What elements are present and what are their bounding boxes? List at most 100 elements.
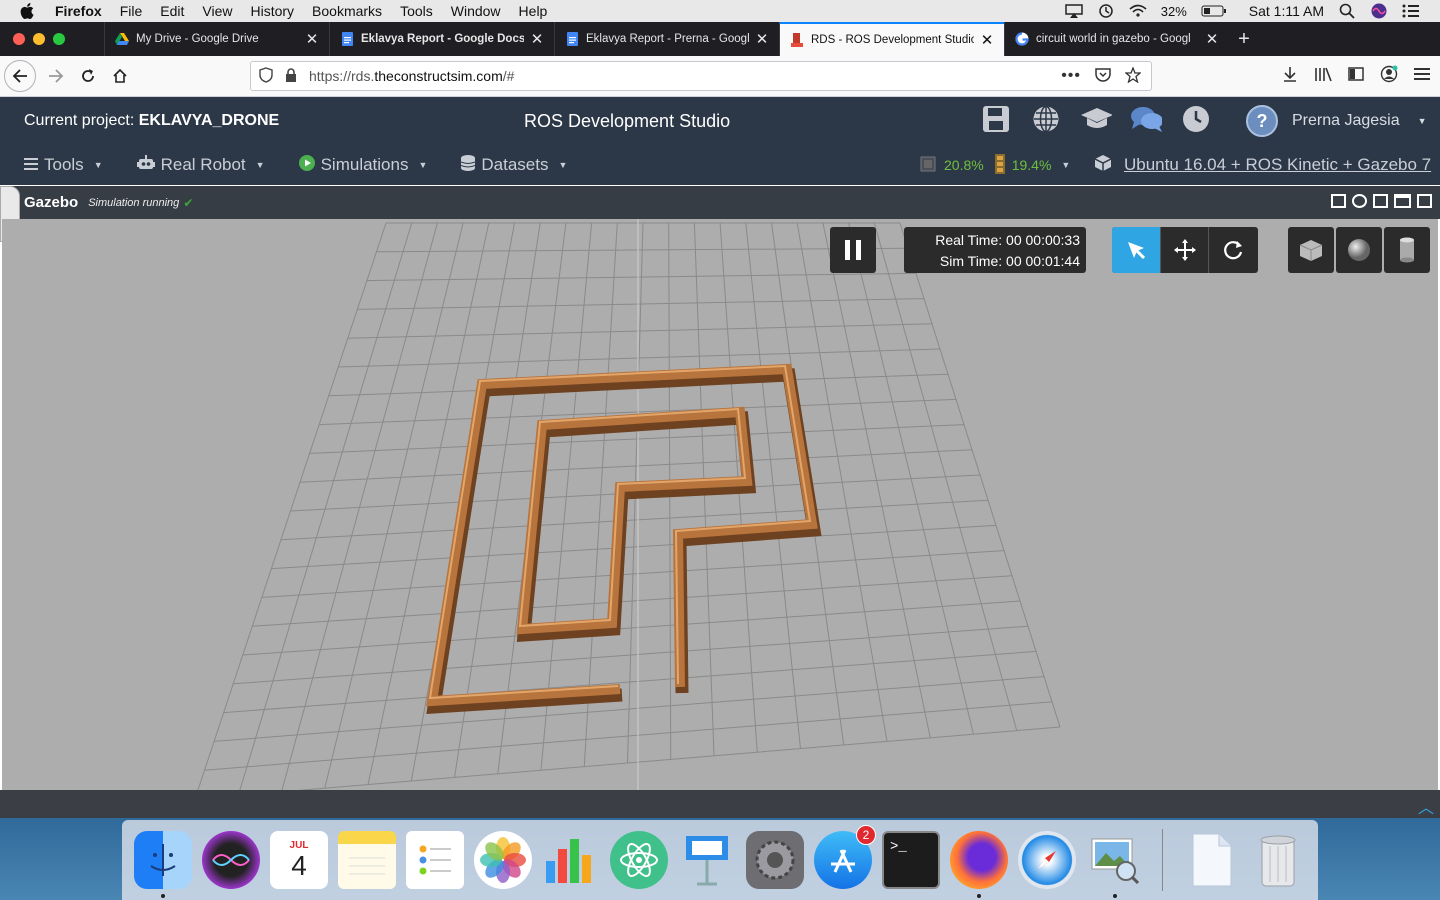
home-button[interactable] — [104, 60, 136, 92]
reload-button[interactable] — [72, 60, 104, 92]
pocket-icon[interactable] — [1095, 67, 1111, 85]
rotate-mode-button[interactable] — [1208, 227, 1256, 273]
menu-history[interactable]: History — [241, 0, 303, 22]
google-docs-icon — [565, 32, 579, 46]
menu-file[interactable]: File — [111, 0, 152, 22]
firefox-icon[interactable] — [950, 831, 1008, 898]
globe-icon[interactable] — [1030, 103, 1062, 135]
preview-icon[interactable] — [1086, 831, 1144, 898]
reminders-icon[interactable] — [406, 831, 464, 889]
grid-line — [214, 676, 1045, 742]
airplay-icon[interactable] — [1064, 4, 1083, 18]
tab-circuit-world-search[interactable]: circuit world in gazebo - Googl ✕ — [1004, 22, 1229, 56]
pause-button[interactable] — [830, 227, 876, 273]
notes-icon[interactable] — [338, 831, 396, 889]
pause-icon — [845, 240, 861, 260]
datasets-label: Datasets — [481, 155, 549, 174]
select-mode-button[interactable] — [1112, 227, 1160, 273]
insert-sphere-button[interactable] — [1336, 227, 1382, 273]
terminal-icon[interactable]: >_ — [882, 831, 940, 889]
tab-close-icon[interactable]: ✕ — [980, 31, 994, 49]
environment-link[interactable]: Ubuntu 16.04 + ROS Kinetic + Gazebo 7 — [1094, 150, 1431, 180]
graduation-cap-icon[interactable] — [1080, 103, 1112, 135]
url-text: https://rds.theconstructsim.com/# — [309, 68, 515, 84]
app-store-icon[interactable]: 2 — [814, 825, 876, 889]
finder-icon[interactable] — [134, 831, 192, 898]
notification-center-icon[interactable] — [1402, 4, 1420, 18]
refresh-window-icon[interactable] — [1352, 194, 1367, 208]
close-window-button[interactable] — [13, 33, 25, 45]
tools-menu[interactable]: Tools ▼ — [24, 155, 103, 175]
lock-icon[interactable] — [285, 67, 299, 85]
minimize-window-button[interactable] — [33, 33, 45, 45]
zoom-window-button[interactable] — [53, 33, 65, 45]
url-bar[interactable]: https://rds.theconstructsim.com/# ••• — [250, 61, 1152, 91]
library-icon[interactable] — [1314, 66, 1332, 87]
battery-icon[interactable] — [1201, 4, 1227, 18]
macos-dock: JUL 4 2 >_ — [122, 820, 1318, 900]
forward-button[interactable] — [40, 60, 72, 92]
user-menu[interactable]: ? Prerna Jagesia ▼ — [1246, 105, 1427, 137]
documents-folder-icon[interactable] — [1181, 831, 1239, 889]
atom-icon[interactable] — [610, 831, 668, 889]
minimize-panel-icon[interactable] — [1373, 194, 1388, 208]
real-robot-menu[interactable]: Real Robot ▼ — [136, 154, 265, 176]
numbers-icon[interactable] — [542, 831, 600, 889]
insert-box-button[interactable] — [1288, 227, 1334, 273]
hamburger-menu-icon[interactable] — [1414, 67, 1430, 86]
maximize-panel-icon[interactable] — [1394, 194, 1411, 208]
keynote-icon[interactable] — [678, 831, 736, 889]
tab-close-icon[interactable]: ✕ — [1205, 30, 1219, 48]
close-panel-icon[interactable] — [1417, 194, 1432, 208]
tab-eklavya-report-docs[interactable]: Eklavya Report - Google Docs ✕ — [329, 22, 554, 56]
tab-close-icon[interactable]: ✕ — [755, 30, 769, 48]
photos-icon[interactable] — [474, 831, 532, 889]
system-preferences-icon[interactable] — [746, 831, 804, 889]
shield-icon[interactable] — [259, 66, 275, 86]
tab-close-icon[interactable]: ✕ — [530, 30, 544, 48]
tab-eklavya-report-prerna[interactable]: Eklavya Report - Prerna - Googl ✕ — [554, 22, 779, 56]
tab-close-icon[interactable]: ✕ — [305, 30, 319, 48]
translate-mode-button[interactable] — [1160, 227, 1208, 273]
safari-icon[interactable] — [1018, 831, 1076, 889]
menu-view[interactable]: View — [193, 0, 241, 22]
apple-menu-icon[interactable] — [16, 0, 38, 22]
tab-rds-active[interactable]: RDS - ROS Development Studio ✕ — [779, 22, 1004, 56]
siri-dock-icon[interactable] — [202, 831, 260, 889]
page-actions-icon[interactable]: ••• — [1061, 67, 1081, 85]
insert-cylinder-button[interactable] — [1384, 227, 1430, 273]
browser-nav-bar: https://rds.theconstructsim.com/# ••• — [0, 56, 1440, 97]
sidebar-icon[interactable] — [1348, 67, 1364, 86]
menu-edit[interactable]: Edit — [151, 0, 193, 22]
downloads-icon[interactable] — [1282, 66, 1298, 87]
time-machine-icon[interactable] — [1097, 4, 1115, 18]
new-tab-button[interactable]: + — [1229, 22, 1259, 56]
menubar-clock[interactable]: Sat 1:11 AM — [1249, 3, 1324, 19]
clock-icon[interactable] — [1180, 103, 1212, 135]
resource-usage[interactable]: 20.8% 19.4% ▼ — [918, 150, 1070, 180]
menu-help[interactable]: Help — [510, 0, 557, 22]
menu-bookmarks[interactable]: Bookmarks — [303, 0, 391, 22]
chat-icon[interactable] — [1130, 103, 1162, 135]
menu-app-firefox[interactable]: Firefox — [46, 0, 111, 22]
datasets-menu[interactable]: Datasets ▼ — [461, 154, 567, 176]
back-button[interactable] — [4, 60, 36, 92]
account-icon[interactable] — [1380, 65, 1398, 88]
menu-tools[interactable]: Tools — [391, 0, 442, 22]
bookmark-star-icon[interactable] — [1124, 65, 1142, 86]
spotlight-search-icon[interactable] — [1338, 3, 1356, 19]
simulations-menu[interactable]: Simulations ▼ — [298, 154, 427, 176]
wifi-icon[interactable] — [1129, 4, 1147, 18]
window-controls — [0, 22, 104, 56]
cpu-usage: 20.8% — [944, 157, 984, 173]
restore-window-icon[interactable] — [1331, 194, 1346, 208]
gazebo-window-bar: Gazebo Simulation running ✔ — [0, 186, 1440, 219]
chevron-up-icon[interactable]: ︿ — [1418, 794, 1434, 818]
calendar-icon[interactable]: JUL 4 — [270, 831, 328, 889]
save-icon[interactable] — [980, 103, 1012, 135]
gazebo-3d-viewport[interactable]: Real Time: 00 00:00:33 Sim Time: 00 00:0… — [2, 219, 1438, 790]
trash-icon[interactable] — [1249, 831, 1307, 889]
siri-icon[interactable] — [1370, 3, 1388, 19]
tab-my-drive[interactable]: My Drive - Google Drive ✕ — [104, 22, 329, 56]
menu-window[interactable]: Window — [442, 0, 510, 22]
